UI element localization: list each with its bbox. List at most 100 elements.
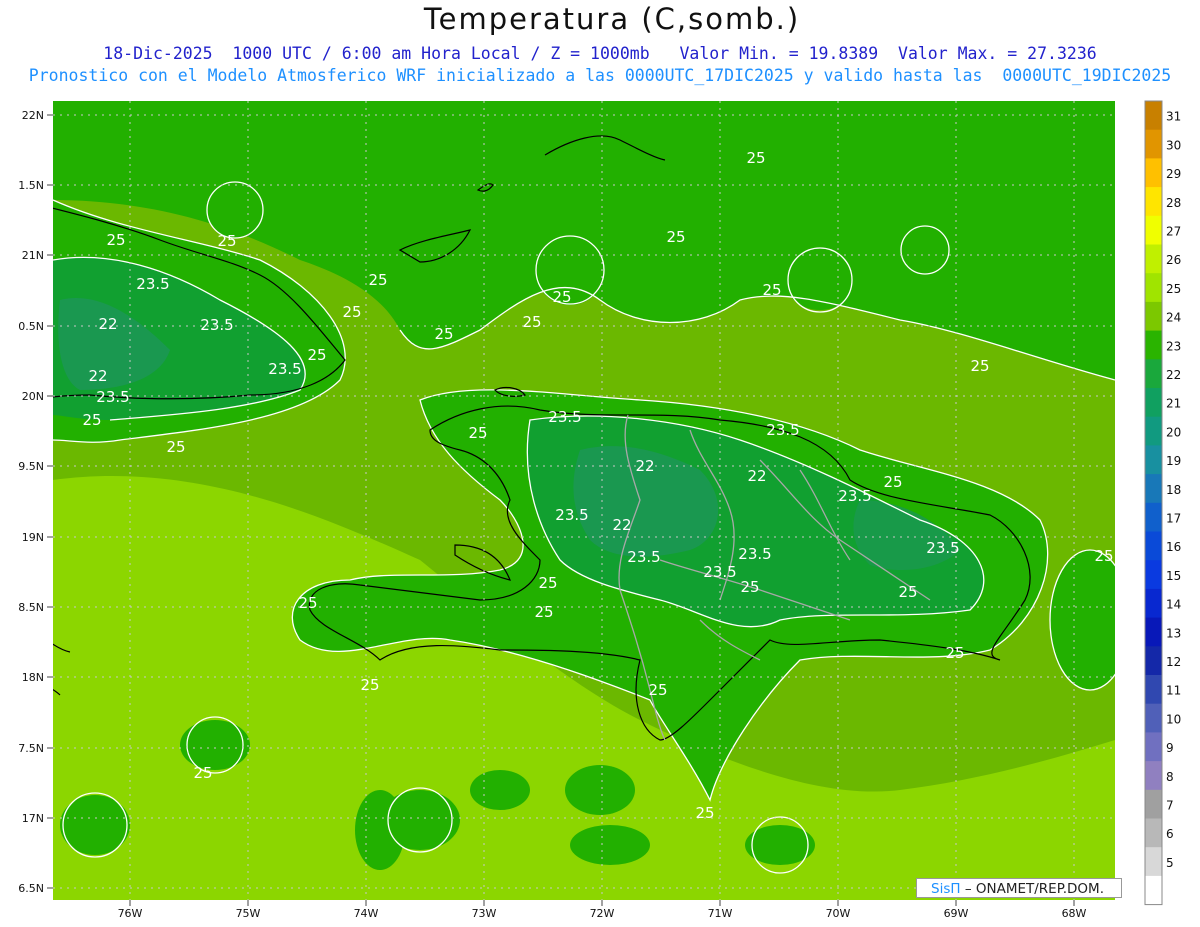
colorbar-label: 14 [1166,598,1181,612]
colorbar-swatch [1145,301,1162,332]
contour-label: 25 [522,313,541,331]
colorbar-swatch [1145,445,1162,475]
colorbar-swatch [1145,244,1162,274]
contour-label: 23.5 [555,506,588,524]
lon-tick-label: 76W [118,907,143,920]
colorbar-label: 19 [1166,454,1181,468]
colorbar-swatch [1145,359,1162,389]
colorbar-swatch [1145,875,1162,906]
lat-tick-label: 8.5N [18,601,44,614]
lon-tick-label: 70W [826,907,851,920]
colorbar-label: 11 [1166,684,1181,698]
colorbar-swatch [1145,675,1162,705]
contour-label: 22 [747,467,766,485]
contour-label: 23.5 [136,275,169,293]
colorbar-label: 26 [1166,253,1181,267]
longitude-axis: 76W 75W 74W 73W 72W 71W 70W 69W 68W [118,900,1087,920]
contour-label: 25 [740,578,759,596]
colorbar-swatch [1145,502,1162,532]
contour-label: 25 [648,681,667,699]
colorbar-swatch [1145,818,1162,848]
colorbar-label: 12 [1166,655,1181,669]
contour-label: 25 [552,288,571,306]
credit-org: – ONAMET/REP.DOM. [964,881,1104,897]
colorbar-swatch [1145,617,1162,647]
colorbar-swatch [1145,474,1162,504]
contour-label: 25 [666,228,685,246]
contour-label: 25 [368,271,387,289]
contour-label: 23.5 [268,360,301,378]
contour-label: 23.5 [96,388,129,406]
contour-label: 22 [98,315,117,333]
colorbar-label: 27 [1166,225,1181,239]
contour-label: 22 [88,367,107,385]
colorbar-swatch [1145,646,1162,676]
lat-tick-label: 7.5N [18,742,44,755]
temperature-map: 25 252523.522 23.52223.52525252525252523.5… [18,100,1181,920]
colorbar-label: 23 [1166,339,1181,353]
contour-label: 25 [695,804,714,822]
colorbar-swatch [1145,588,1162,619]
sisp-logo-text: SisΠ [931,881,961,897]
contour-label: 25 [970,357,989,375]
colorbar-label: 24 [1166,311,1181,325]
lat-tick-label: 22N [22,109,44,122]
contour-label: 25 [883,473,902,491]
contour-label: 25 [746,149,765,167]
colorbar-swatch [1145,187,1162,217]
contour-label: 25 [434,325,453,343]
colorbar-label: 29 [1166,167,1181,181]
contour-label: 25 [538,574,557,592]
colorbar-swatch [1145,101,1162,131]
colorbar-swatch [1145,703,1162,733]
latitude-axis: 22N 1.5N 21N 0.5N 20N 9.5N 19N 8.5N 18N 7.5N 17N 6.… [18,109,53,895]
colorbar-label: 28 [1166,196,1181,210]
contour-label: 23.5 [548,408,581,426]
colorbar-label: 16 [1166,540,1181,554]
contour-label: 25 [298,594,317,612]
colorbar-swatch [1145,789,1162,819]
colorbar-label: 13 [1166,626,1181,640]
contour-label: 25 [193,764,212,782]
lat-tick-label: 20N [22,390,44,403]
contour-label: 25 [166,438,185,456]
colorbar-swatch [1145,273,1162,303]
colorbar-label: 31 [1166,110,1181,124]
contour-label: 23.5 [703,563,736,581]
colorbar-swatch [1145,388,1162,418]
lat-tick-label: 21N [22,249,44,262]
lat-tick-label: 9.5N [18,460,44,473]
contour-label: 25 [898,583,917,601]
colorbar-swatch [1145,761,1162,791]
colorbar-label: 17 [1166,512,1181,526]
lon-tick-label: 72W [590,907,615,920]
lon-tick-label: 69W [944,907,969,920]
lat-tick-label: 6.5N [18,882,44,895]
colorbar-label: 25 [1166,282,1181,296]
colorbar-swatch [1145,416,1162,446]
contour-label: 25 [106,231,125,249]
colorbar-label: 22 [1166,368,1181,382]
contour-label: 25 [82,411,101,429]
contour-label: 23.5 [766,421,799,439]
colorbar-label: 18 [1166,483,1181,497]
colorbar-swatch [1145,847,1162,877]
contour-label: 23.5 [627,548,660,566]
contour-label: 23.5 [738,545,771,563]
contour-label: 25 [762,281,781,299]
colorbar-label: 10 [1166,712,1181,726]
credit-box: SisΠ – ONAMET/REP.DOM. [916,878,1122,898]
colorbar-label: 20 [1166,425,1181,439]
colorbar-label: 8 [1166,770,1174,784]
contour-label: 23.5 [838,487,871,505]
colorbar-swatch [1145,330,1162,360]
lat-tick-label: 18N [22,671,44,684]
contour-label: 25 [342,303,361,321]
contour-label: 25 [360,676,379,694]
colorbar-label: 5 [1166,856,1174,870]
contour-label: 25 [534,603,553,621]
color-bar: 31 30 29 28 27 26 25 24 23 22 21 20 19 18 17 16 15 14 13 12… [1144,100,1181,906]
lat-tick-label: 19N [22,531,44,544]
lon-tick-label: 74W [354,907,379,920]
lat-tick-label: 0.5N [18,320,44,333]
